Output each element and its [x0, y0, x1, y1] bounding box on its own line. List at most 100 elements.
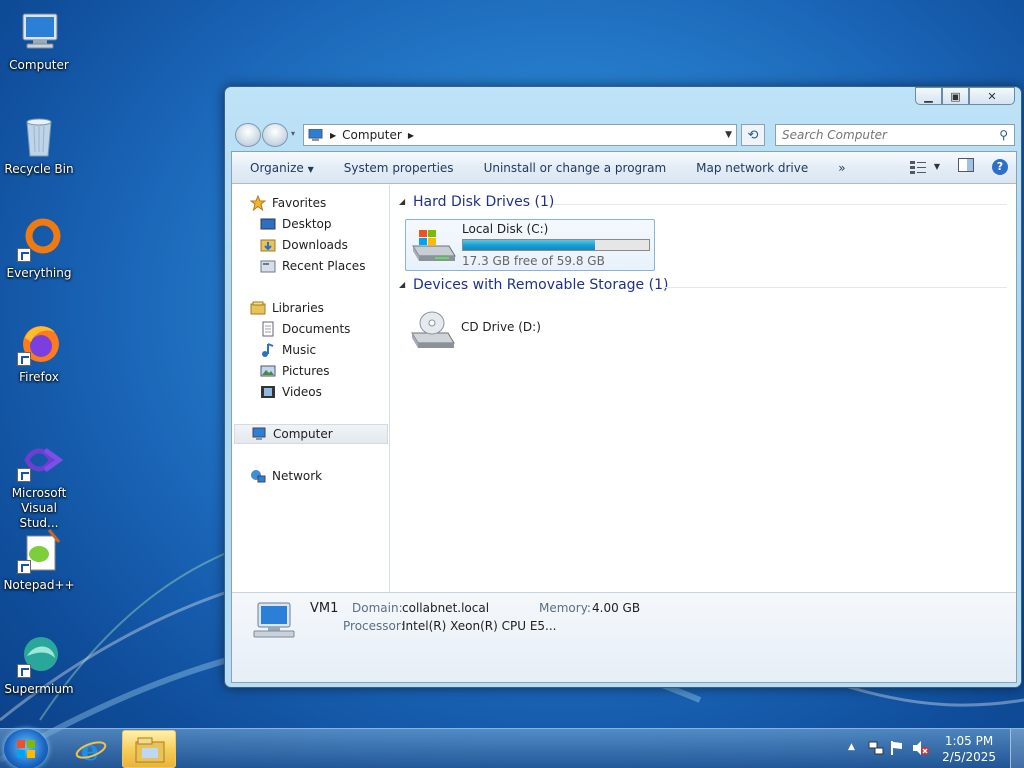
breadcrumb-arrow-icon[interactable]: ▶ [330, 131, 336, 140]
forward-button[interactable] [262, 123, 288, 147]
show-hidden-icons-icon[interactable]: ▲ [848, 742, 855, 752]
chevron-down-icon: ▼ [307, 164, 314, 174]
start-button[interactable] [4, 729, 48, 768]
collapse-group-icon[interactable]: ◢ [399, 197, 405, 206]
nav-videos[interactable]: Videos [260, 382, 322, 402]
change-view-button[interactable]: ▼ [909, 160, 940, 174]
nav-libraries[interactable]: Libraries [250, 298, 324, 318]
memory-label: Memory: [539, 601, 591, 615]
computer-icon [252, 427, 266, 440]
nav-desktop[interactable]: Desktop [260, 214, 332, 234]
nav-computer[interactable]: Computer [234, 424, 388, 444]
clock[interactable]: 1:05 PM 2/5/2025 [942, 733, 996, 765]
folder-icon [135, 737, 165, 763]
desktop-icon-label: Computer [9, 58, 69, 72]
desktop-icon-firefox[interactable]: Firefox [1, 320, 77, 385]
internet-explorer-icon: e [75, 734, 107, 764]
search-box: ⚲ [775, 124, 1015, 146]
desktop-icon-label: Firefox [19, 370, 59, 384]
preview-pane-button[interactable] [958, 158, 974, 175]
computer-icon [15, 8, 63, 56]
minimize-button[interactable]: ▁ [915, 87, 942, 105]
action-center-flag-icon[interactable] [890, 740, 904, 759]
nav-favorites[interactable]: Favorites [250, 193, 326, 213]
navigation-bar: ▾ ▶ Computer ▶ ▼ ⟲ ⚲ [233, 121, 1015, 147]
desktop-icon-supermium[interactable]: Supermium [1, 632, 77, 697]
desktop-icon-label: Microsoft Visual Stud... [11, 486, 67, 530]
breadcrumb-arrow-icon[interactable]: ▶ [408, 131, 414, 140]
network-tray-icon[interactable] [868, 740, 884, 759]
desktop-icon-everything[interactable]: Everything [1, 216, 77, 281]
nav-downloads[interactable]: Downloads [260, 235, 348, 255]
search-input[interactable] [776, 125, 982, 145]
recent-places-icon [260, 260, 276, 273]
drive-label: CD Drive (D:) [461, 320, 541, 334]
command-bar: Organize ▼ System properties Uninstall o… [232, 152, 1016, 184]
nav-network[interactable]: Network [250, 466, 322, 486]
close-button[interactable]: ✕ [969, 87, 1015, 105]
libraries-icon [250, 301, 266, 315]
address-bar[interactable]: ▶ Computer ▶ ▼ [303, 124, 737, 146]
address-dropdown-icon[interactable]: ▼ [725, 130, 732, 140]
desktop-icon-computer[interactable]: Computer [1, 8, 77, 73]
desktop-icon [260, 218, 276, 230]
preview-pane-icon [958, 158, 974, 172]
more-commands-button[interactable]: » [823, 161, 860, 175]
group-header-hard-disk-drives[interactable]: Hard Disk Drives (1) [413, 194, 554, 210]
pictures-icon [260, 365, 276, 377]
downloads-folder-icon [260, 239, 276, 252]
uninstall-program-button[interactable]: Uninstall or change a program [469, 161, 682, 175]
details-pane: VM1 Domain: collabnet.local Memory: 4.00… [232, 592, 1016, 682]
show-desktop-button[interactable] [1010, 729, 1024, 768]
desktop-icon-notepad-plus-plus[interactable]: Notepad++ [1, 528, 77, 593]
organize-button[interactable]: Organize ▼ [232, 161, 329, 175]
drive-cd-d[interactable]: CD Drive (D:) [405, 305, 605, 353]
group-header-removable-storage[interactable]: Devices with Removable Storage (1) [413, 277, 668, 293]
videos-icon [261, 386, 275, 398]
desktop-icon-label: Recycle Bin [4, 162, 74, 176]
processor-label: Processor: [343, 619, 405, 633]
hard-drive-icon [412, 230, 456, 261]
volume-muted-icon[interactable] [912, 740, 930, 759]
close-icon: ✕ [987, 89, 997, 103]
collapse-group-icon[interactable]: ◢ [399, 280, 405, 289]
command-bar-right: ▼ ? [909, 158, 1008, 175]
desktop-icon-recycle-bin[interactable]: Recycle Bin [1, 112, 77, 177]
computer-small-icon [308, 128, 324, 141]
content-pane: ◢ Hard Disk Drives (1) Local Disk (C:) 1… [391, 185, 1016, 594]
breadcrumb-computer[interactable]: Computer [342, 128, 402, 142]
drive-label: Local Disk (C:) [462, 222, 549, 236]
nav-recent-places[interactable]: Recent Places [260, 256, 365, 276]
shortcut-arrow-icon [17, 248, 31, 262]
system-properties-button[interactable]: System properties [329, 161, 469, 175]
memory-value: 4.00 GB [592, 601, 641, 615]
help-icon[interactable]: ? [992, 158, 1008, 175]
caption-buttons: ▁ ▣ ✕ [915, 87, 1015, 105]
documents-icon [262, 321, 274, 337]
restore-icon: ▣ [950, 89, 961, 103]
search-icon[interactable]: ⚲ [999, 128, 1008, 142]
chevron-down-icon: ▼ [933, 162, 940, 171]
notification-area: ▲ 1:05 PM 2/5/2025 [844, 729, 1024, 768]
taskbar-internet-explorer[interactable]: e [64, 730, 118, 768]
visual-studio-icon [15, 436, 64, 484]
nav-music[interactable]: Music [260, 340, 316, 360]
shortcut-arrow-icon [17, 560, 31, 574]
drive-usage-fill [463, 240, 596, 250]
desktop-icon-visual-studio[interactable]: Microsoft Visual Stud... [1, 436, 77, 531]
shortcut-arrow-icon [17, 468, 31, 482]
taskbar-windows-explorer[interactable] [122, 730, 176, 768]
drive-local-disk-c[interactable]: Local Disk (C:) 17.3 GB free of 59.8 GB [405, 219, 655, 271]
desktop-icon-label: Everything [6, 266, 72, 280]
map-network-drive-button[interactable]: Map network drive [681, 161, 823, 175]
back-button[interactable] [235, 123, 261, 147]
group-divider [663, 287, 1007, 288]
firefox-icon [15, 320, 63, 368]
recent-pages-icon[interactable]: ▾ [291, 129, 295, 138]
maximize-button[interactable]: ▣ [942, 87, 969, 105]
nav-documents[interactable]: Documents [260, 319, 350, 339]
nav-pictures[interactable]: Pictures [260, 361, 330, 381]
recycle-bin-icon [15, 112, 63, 160]
desktop-icon-label: Supermium [4, 682, 74, 696]
refresh-button[interactable]: ⟲ [741, 124, 765, 146]
